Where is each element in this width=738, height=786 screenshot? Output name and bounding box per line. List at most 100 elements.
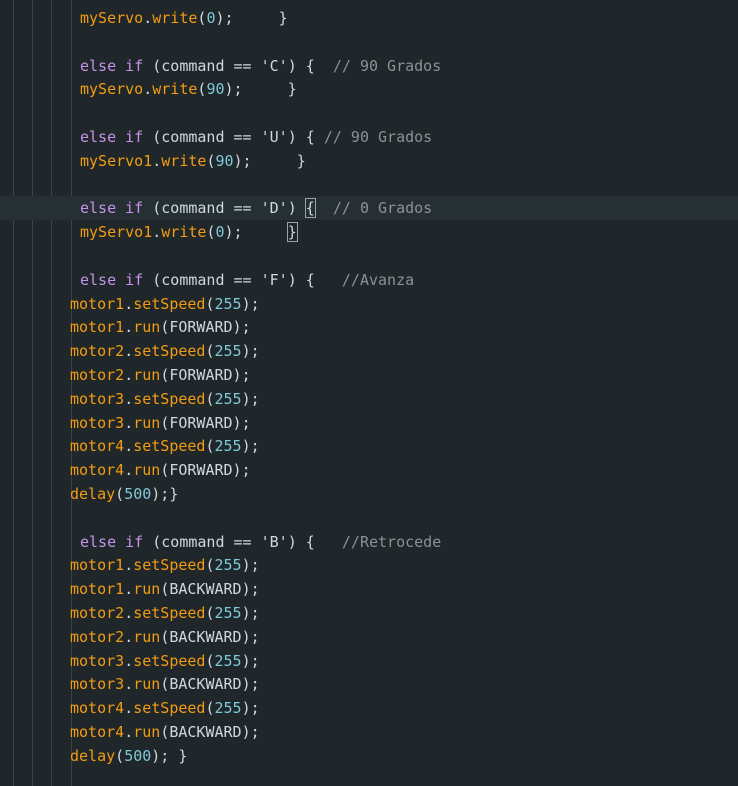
code-token: . (124, 627, 134, 646)
code-token: ) { (287, 56, 333, 75)
code-line[interactable] (0, 506, 738, 530)
code-token: write (161, 223, 207, 242)
code-token: . (124, 294, 134, 313)
code-line[interactable]: myServo1.write(90); } (0, 149, 738, 173)
code-token: else if (80, 532, 144, 551)
code-line[interactable]: motor2.setSpeed(255); (0, 339, 738, 363)
code-token: ) (287, 199, 306, 218)
code-token: run (133, 461, 161, 480)
code-token: motor2 (70, 627, 125, 646)
code-token: (BACKWARD); (160, 580, 260, 599)
code-token: (command == (143, 56, 261, 75)
code-token: (command == (143, 270, 261, 289)
code-token: ); (241, 699, 260, 718)
code-line[interactable]: myServo1.write(0); } (0, 220, 738, 244)
code-token: . (143, 80, 153, 99)
code-token: (BACKWARD); (160, 723, 260, 741)
code-token: (command == (143, 199, 261, 218)
code-line[interactable] (0, 30, 738, 54)
code-line[interactable] (0, 173, 738, 197)
code-line[interactable]: else if (command == 'U') { // 90 Grados (0, 125, 738, 149)
code-token: ( (205, 651, 215, 670)
code-token: ( (205, 294, 215, 313)
code-token: ); } (233, 151, 306, 170)
code-line[interactable]: motor1.run(BACKWARD); (0, 577, 738, 601)
code-token: 255 (214, 699, 242, 718)
code-line[interactable]: motor4.setSpeed(255); (0, 434, 738, 458)
code-token: . (124, 461, 134, 480)
code-token: setSpeed (133, 294, 206, 313)
code-token: 'F' (260, 270, 288, 289)
code-line[interactable]: motor1.setSpeed(255); (0, 292, 738, 316)
code-line[interactable]: motor2.setSpeed(255); (0, 601, 738, 625)
code-token: motor3 (70, 675, 125, 694)
code-token: write (161, 151, 207, 170)
code-token: //Retrocede (341, 532, 442, 551)
code-token: motor1 (70, 318, 125, 337)
code-token: else if (80, 56, 144, 75)
code-token: // 90 Grados (332, 56, 442, 75)
code-token: motor4 (70, 699, 125, 718)
code-token: . (124, 342, 134, 361)
code-token: . (124, 675, 134, 694)
code-line[interactable]: motor1.run(FORWARD); (0, 315, 738, 339)
code-token: setSpeed (133, 699, 206, 718)
code-line[interactable]: delay(500); } (0, 744, 738, 768)
code-line[interactable]: myServo.write(0); } (0, 6, 738, 30)
code-line[interactable]: else if (command == 'D') { // 0 Grados (0, 196, 738, 221)
code-token: ); (241, 437, 260, 456)
code-token: ( (115, 746, 125, 765)
code-line[interactable]: else if (command == 'F') { //Avanza (0, 268, 738, 292)
code-token: ( (205, 699, 215, 718)
code-token: write (152, 80, 198, 99)
code-line[interactable]: motor1.setSpeed(255); (0, 553, 738, 577)
code-line[interactable]: motor4.setSpeed(255); (0, 696, 738, 720)
code-line[interactable]: motor3.setSpeed(255); (0, 649, 738, 673)
code-token: ); (241, 294, 260, 313)
code-line[interactable]: motor3.run(BACKWARD); (0, 672, 738, 696)
code-token: myServo (80, 9, 144, 27)
code-token: ( (205, 556, 215, 575)
code-token: motor3 (70, 651, 125, 670)
code-token: run (133, 723, 161, 741)
code-token: 255 (214, 651, 242, 670)
code-token: (BACKWARD); (160, 627, 260, 646)
code-line[interactable]: delay(500);} (0, 482, 738, 506)
code-line[interactable]: motor2.run(FORWARD); (0, 363, 738, 387)
code-token: 500 (124, 746, 152, 765)
code-token: . (124, 723, 134, 741)
code-token: setSpeed (133, 604, 206, 622)
code-token: ( (115, 485, 125, 503)
code-line[interactable] (0, 244, 738, 268)
code-token: myServo (80, 80, 144, 99)
code-token: 255 (214, 294, 242, 313)
code-token: setSpeed (133, 651, 206, 670)
code-token: motor4 (70, 461, 125, 480)
code-editor[interactable]: myServo.write(0); } else if (command == '… (0, 0, 738, 786)
code-token: 500 (124, 485, 152, 503)
code-line[interactable]: motor3.setSpeed(255); (0, 387, 738, 411)
code-line[interactable]: myServo.write(90); } (0, 77, 738, 101)
code-token: run (133, 627, 161, 646)
code-line[interactable]: else if (command == 'B') { //Retrocede (0, 530, 738, 554)
code-line[interactable]: motor3.run(FORWARD); (0, 411, 738, 435)
code-token: } (286, 222, 298, 243)
code-token: 'D' (260, 199, 288, 218)
code-token: // 0 Grados (332, 199, 433, 218)
code-token: ) { (287, 128, 324, 146)
code-token: run (133, 366, 161, 384)
code-token: motor4 (70, 437, 125, 456)
code-token: (FORWARD); (160, 366, 251, 384)
code-token: motor4 (70, 723, 125, 741)
code-line[interactable]: motor2.run(BACKWARD); (0, 625, 738, 649)
code-line[interactable]: else if (command == 'C') { // 90 Grados (0, 54, 738, 78)
code-token: . (124, 413, 134, 432)
code-line[interactable]: motor4.run(BACKWARD); (0, 720, 738, 744)
code-line[interactable] (0, 101, 738, 125)
code-token: (command == (143, 532, 261, 551)
code-line[interactable]: motor4.run(FORWARD); (0, 458, 738, 482)
code-token: );} (151, 485, 179, 503)
code-token: //Avanza (341, 270, 415, 289)
code-token: . (124, 651, 134, 670)
code-token: delay (70, 485, 116, 503)
